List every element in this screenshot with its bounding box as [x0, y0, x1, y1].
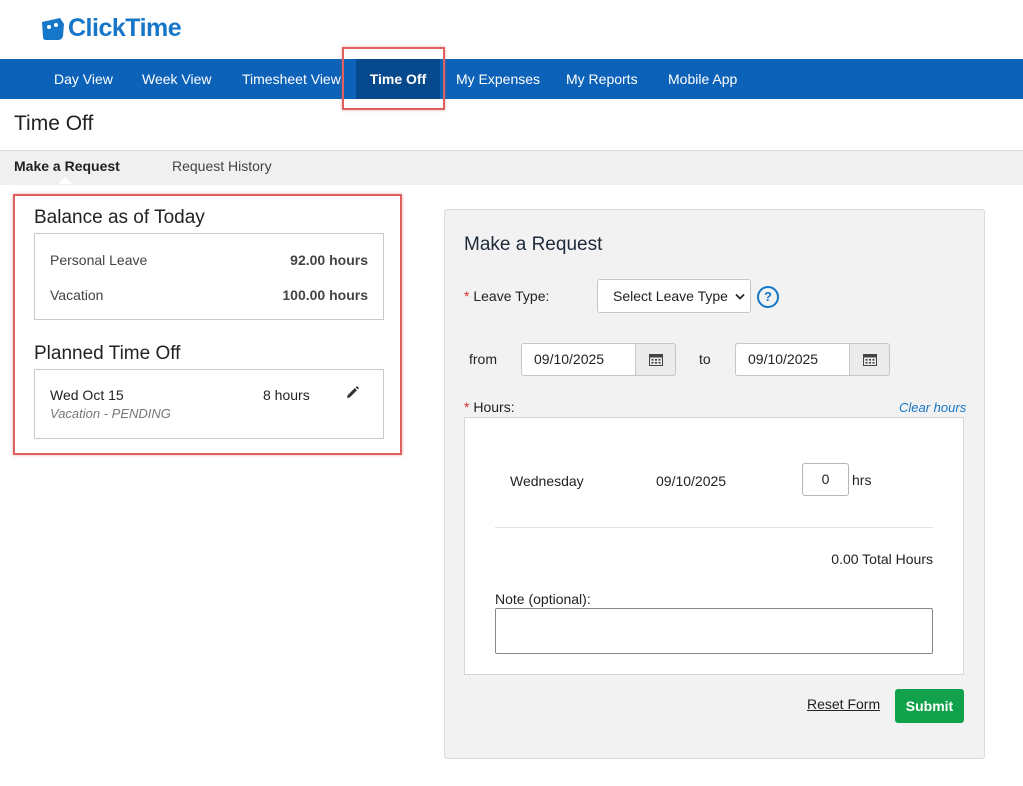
planned-date: Wed Oct 15 [50, 387, 124, 403]
balance-title: Balance as of Today [34, 207, 205, 228]
to-date-input[interactable]: 09/10/2025 [735, 343, 850, 376]
nav-week-view[interactable]: Week View [142, 59, 212, 99]
balance-label-personal-leave: Personal Leave [50, 252, 148, 268]
required-marker: * [464, 399, 470, 415]
clicktime-logo-icon [42, 17, 64, 40]
nav-timesheet-view[interactable]: Timesheet View [242, 59, 341, 99]
to-label: to [699, 351, 711, 367]
leave-type-label: * Leave Type: [464, 288, 549, 304]
hours-label: * Hours: [464, 399, 515, 415]
active-tab-caret [58, 177, 72, 184]
from-calendar-button[interactable] [636, 343, 676, 376]
balance-box: Personal Leave 92.00 hours Vacation 100.… [34, 233, 384, 320]
help-icon[interactable]: ? [757, 286, 779, 308]
clicktime-logo[interactable]: ClickTime [40, 14, 182, 43]
nav-time-off[interactable]: Time Off [356, 59, 440, 99]
hours-box: Wednesday 09/10/2025 0 hrs 0.00 Total Ho… [464, 417, 964, 675]
page-title: Time Off [14, 112, 94, 135]
from-date-input[interactable]: 09/10/2025 [521, 343, 636, 376]
planned-item: Wed Oct 15 8 hours Vacation - PENDING [34, 369, 384, 439]
planned-status: Vacation - PENDING [50, 406, 171, 421]
tab-request-history[interactable]: Request History [172, 151, 272, 185]
calendar-icon [648, 354, 663, 366]
planned-hours: 8 hours [263, 387, 310, 403]
edit-pencil-icon[interactable] [345, 386, 361, 402]
nav-day-view[interactable]: Day View [54, 59, 113, 99]
leave-type-selected: Select Leave Type [613, 288, 728, 304]
calendar-icon [862, 354, 877, 366]
submit-button[interactable]: Submit [895, 689, 964, 723]
balance-value-vacation: 100.00 hours [282, 287, 368, 303]
reset-form-link[interactable]: Reset Form [807, 696, 880, 712]
clear-hours-link[interactable]: Clear hours [899, 400, 966, 415]
planned-title: Planned Time Off [34, 343, 181, 364]
leave-type-select[interactable]: Select Leave Type [597, 279, 751, 313]
day-name: Wednesday [510, 473, 584, 489]
request-title: Make a Request [464, 234, 603, 255]
total-hours: 0.00 Total Hours [831, 551, 933, 567]
logo-text: ClickTime [68, 14, 182, 42]
leave-type-label-text: Leave Type: [473, 288, 550, 304]
to-calendar-button[interactable] [850, 343, 890, 376]
hours-label-text: Hours: [473, 399, 515, 415]
main-nav: Day View Week View Timesheet View Time O… [0, 59, 1023, 99]
hours-input[interactable]: 0 [802, 463, 849, 496]
divider [495, 527, 933, 528]
from-label: from [469, 351, 497, 367]
day-date: 09/10/2025 [656, 473, 727, 489]
chevron-down-icon [735, 293, 745, 300]
hours-unit: hrs [852, 472, 872, 488]
nav-mobile-app[interactable]: Mobile App [668, 59, 737, 99]
subnav: Make a Request Request History [0, 150, 1023, 185]
nav-my-reports[interactable]: My Reports [566, 59, 638, 99]
balance-label-vacation: Vacation [50, 287, 104, 303]
note-textarea[interactable] [495, 608, 933, 654]
request-panel: Make a Request * Leave Type: Select Leav… [444, 209, 985, 759]
balance-value-personal-leave: 92.00 hours [290, 252, 368, 268]
nav-my-expenses[interactable]: My Expenses [456, 59, 540, 99]
note-label: Note (optional): [495, 591, 591, 607]
required-marker: * [464, 288, 470, 304]
